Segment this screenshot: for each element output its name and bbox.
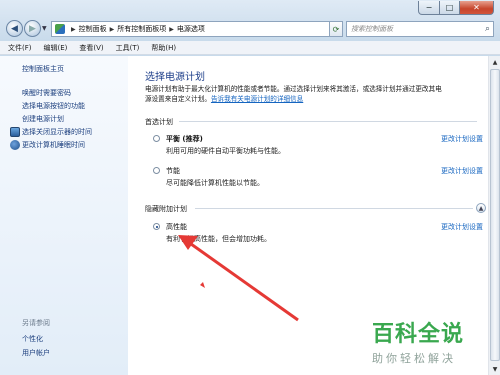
sidebar-item-label: 唤醒时需要密码 (22, 88, 71, 97)
control-panel-icon (55, 24, 65, 34)
see-also-heading: 另请参阅 (22, 319, 50, 327)
page-title: 选择电源计划 (145, 72, 205, 83)
watermark-subtitle: 助你轻松解决 (372, 352, 456, 365)
change-plan-settings-link[interactable]: 更改计划设置 (441, 166, 483, 176)
plan-radio-power-saver[interactable] (153, 167, 160, 174)
sidebar-item-sleep-time[interactable]: 更改计算机睡眠时间 (10, 138, 92, 151)
sidebar-item-power-button[interactable]: 选择电源按钮的功能 (10, 99, 92, 112)
address-bar[interactable]: ▶ 控制面板 ▶ 所有控制面板项 ▶ 电源选项 ▼ (51, 21, 341, 37)
change-plan-settings-link[interactable]: 更改计划设置 (441, 222, 483, 232)
breadcrumb-control-panel[interactable]: 控制面板 (79, 24, 107, 34)
description-text: 源设置来自定义计划。 (145, 95, 211, 103)
search-input[interactable]: 搜索控制面板 ⌕ (346, 21, 494, 37)
description-line: 电源计划有助于最大化计算机的性能或者节能。通过选择计划来将其激活，或选择计划并通… (145, 85, 442, 93)
refresh-icon: ⟳ (332, 24, 340, 34)
chevron-right-icon[interactable]: ▶ (71, 26, 76, 33)
menu-help[interactable]: 帮助(H) (151, 43, 176, 53)
sidebar-item-label: 选择电源按钮的功能 (22, 101, 85, 110)
back-arrow-icon: ◀ (11, 23, 18, 34)
search-placeholder: 搜索控制面板 (351, 25, 393, 33)
chevron-right-icon[interactable]: ▶ (110, 26, 115, 33)
sidebar-item-user-accounts[interactable]: 用户帐户 (22, 348, 50, 362)
plan-radio-balanced[interactable] (153, 135, 160, 142)
sidebar-item-label: 创建电源计划 (22, 114, 64, 123)
plan-description: 有利于提高性能，但会增加功耗。 (166, 235, 271, 243)
preferred-plans-label: 首选计划 (145, 118, 173, 126)
refresh-button[interactable]: ⟳ (329, 21, 343, 37)
chevron-up-icon: ▲ (478, 204, 484, 212)
sidebar-item-display-off[interactable]: 选择关闭显示器的时间 (10, 125, 92, 138)
back-button[interactable]: ◀ (6, 20, 23, 37)
search-icon[interactable]: ⌕ (485, 24, 490, 34)
breadcrumb-all-items[interactable]: 所有控制面板项 (117, 24, 166, 34)
plan-description: 尽可能降低计算机性能以节能。 (166, 179, 264, 187)
plan-name: 平衡 (推荐) (166, 135, 203, 143)
sidebar-item-create-plan[interactable]: 创建电源计划 (10, 112, 92, 125)
description-line-2: 源设置来自定义计划。告诉我有关电源计划的详细信息 (145, 94, 485, 104)
see-also-links: 个性化 用户帐户 (22, 334, 50, 362)
forward-button[interactable]: ▶ (24, 20, 41, 37)
plan-description: 利用可用的硬件自动平衡功耗与性能。 (166, 147, 285, 155)
minimize-button[interactable]: − (418, 1, 440, 15)
group-divider (179, 121, 477, 122)
change-plan-settings-link[interactable]: 更改计划设置 (441, 134, 483, 144)
sidebar-item-wake-password[interactable]: 唤醒时需要密码 (10, 86, 92, 99)
sidebar-item-label: 更改计算机睡眠时间 (22, 140, 85, 149)
scroll-up-icon[interactable]: ▲ (489, 56, 500, 68)
monitor-icon (10, 126, 20, 137)
menu-tools[interactable]: 工具(T) (116, 43, 140, 53)
maximize-button[interactable]: □ (440, 1, 460, 15)
recent-pages-dropdown[interactable]: ▼ (42, 25, 47, 32)
chevron-right-icon[interactable]: ▶ (169, 26, 174, 33)
sidebar-home-link[interactable]: 控制面板主页 (22, 64, 64, 74)
window-controls: − □ ✕ (418, 1, 494, 15)
forward-arrow-icon: ▶ (29, 23, 36, 34)
sidebar-item-personalization[interactable]: 个性化 (22, 334, 50, 348)
sidebar-item-label: 选择关闭显示器的时间 (22, 127, 92, 136)
menu-view[interactable]: 查看(V) (79, 43, 103, 53)
address-row: ◀ ▶ ▼ ▶ 控制面板 ▶ 所有控制面板项 ▶ 电源选项 ▼ ⟳ 搜索控制面板… (4, 18, 496, 40)
watermark-logo: 百科全说 助你轻松解决 (372, 316, 492, 366)
menu-bar: 文件(F) 编辑(E) 查看(V) 工具(T) 帮助(H) (0, 41, 500, 55)
menu-edit[interactable]: 编辑(E) (44, 43, 68, 53)
close-button[interactable]: ✕ (460, 1, 494, 15)
collapse-plans-button[interactable]: ▲ (476, 203, 486, 213)
menu-file[interactable]: 文件(F) (8, 43, 32, 53)
moon-icon (10, 139, 20, 150)
sidebar: 控制面板主页 唤醒时需要密码 选择电源按钮的功能 创建电源计划 选择关闭显示器的… (0, 56, 128, 375)
breadcrumb-power-options[interactable]: 电源选项 (177, 24, 205, 34)
power-plan-info-link[interactable]: 告诉我有关电源计划的详细信息 (211, 95, 303, 103)
group-divider (195, 208, 473, 209)
sidebar-task-links: 唤醒时需要密码 选择电源按钮的功能 创建电源计划 选择关闭显示器的时间 更改计算… (10, 86, 92, 151)
plan-name: 高性能 (166, 223, 187, 231)
page-description: 电源计划有助于最大化计算机的性能或者节能。通过选择计划来将其激活，或选择计划并通… (145, 84, 485, 104)
watermark-title: 百科全说 (372, 322, 465, 347)
plan-radio-high-performance[interactable] (153, 223, 160, 230)
hide-additional-plans-label[interactable]: 隐藏附加计划 (145, 204, 187, 214)
plan-name: 节能 (166, 167, 180, 175)
